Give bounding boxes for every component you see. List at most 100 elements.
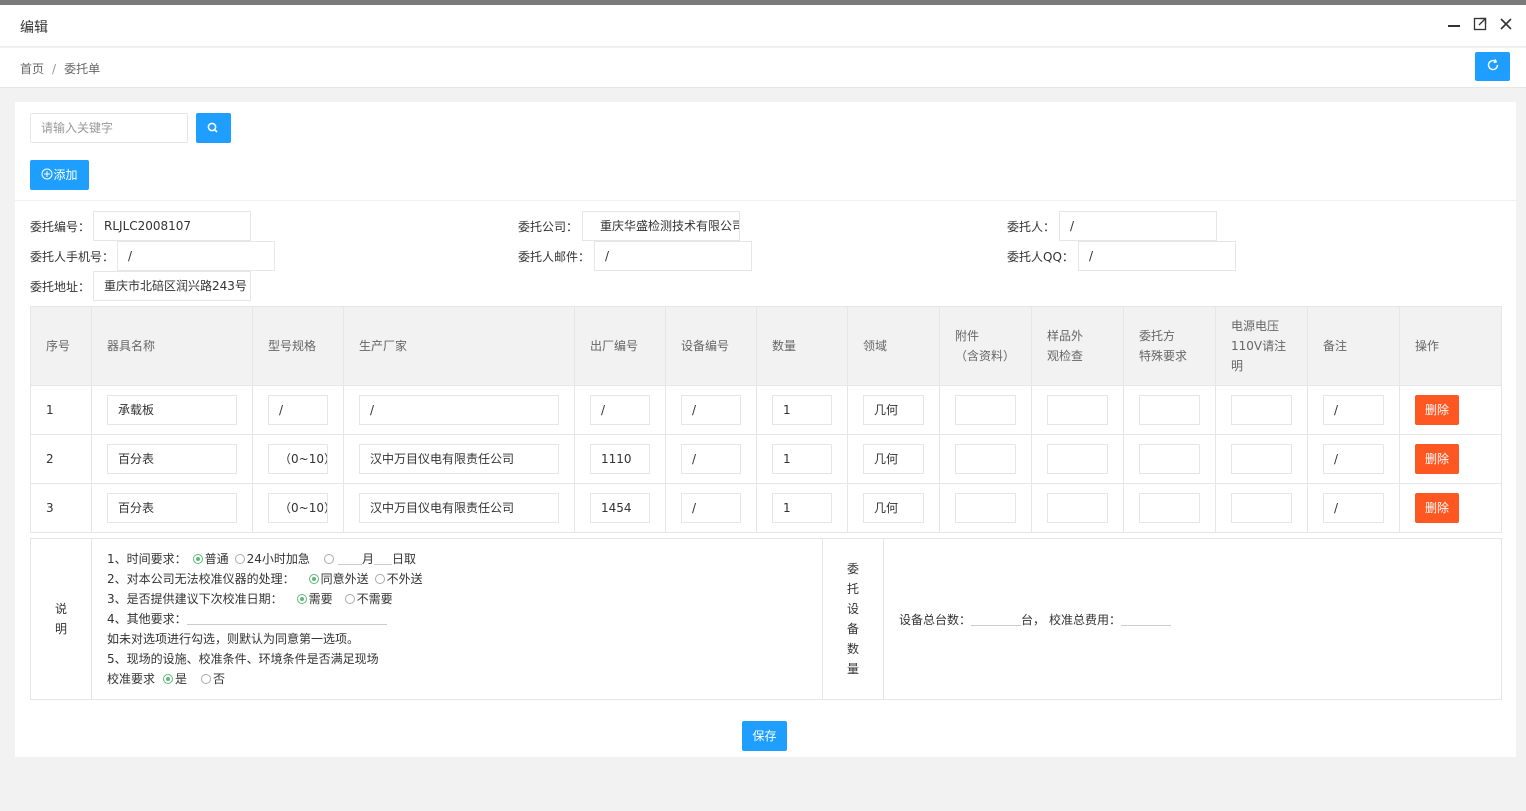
search-button[interactable] [196,113,231,143]
email-field[interactable]: / [594,241,752,271]
delete-button[interactable]: 删除 [1415,444,1459,474]
edit-dialog: 编辑 首页 / 委托单 添加 委托编号： RLJLC2008107 委托公司： [0,5,1526,811]
other-requirement-label: 4、其他要求： [107,612,187,626]
email-label: 委托人邮件： [518,250,591,264]
radio-no-need[interactable] [344,594,355,604]
default-note: 如未对选项进行勾选，则默认为同意第一选项。 [107,632,360,646]
device-no-input[interactable]: / [681,444,741,474]
attachment-input[interactable] [955,395,1016,425]
breadcrumb-bar: 首页 / 委托单 [0,48,1526,88]
save-button[interactable]: 保存 [742,721,787,751]
col-appearance-check: 样品外 观检查 [1031,306,1124,386]
notes-side-1: 说 [54,602,67,616]
attachment-input[interactable] [955,493,1016,523]
model-input[interactable]: / [268,395,328,425]
breadcrumb-home[interactable]: 首页 [20,62,44,76]
count-char: 量 [846,662,859,676]
delete-button[interactable]: 删除 [1415,395,1459,425]
remark-input[interactable]: / [1323,444,1384,474]
refresh-button[interactable] [1475,52,1510,81]
month-label: 月 [361,552,374,566]
voltage-input[interactable] [1231,444,1292,474]
company-field[interactable]: 重庆华盛检测技术有限公司 [582,211,740,241]
remark-input[interactable]: / [1323,493,1384,523]
time-requirement-line: 1、时间要求： 普通 24小时加急 月 日取 [107,549,807,569]
phone-field[interactable]: / [117,241,275,271]
appearance-input[interactable] [1047,395,1108,425]
person-field[interactable]: / [1059,211,1217,241]
site-line-2: 校准要求 是 否 [107,669,807,689]
remark-input[interactable]: / [1323,395,1384,425]
model-input[interactable]: （0~10） [268,493,328,523]
handling-line: 2、对本公司无法校准仪器的处理： 同意外送 不外送 [107,569,807,589]
serial-input[interactable]: / [590,395,650,425]
search-input[interactable] [30,113,188,143]
col-remark: 备注 [1307,306,1400,386]
table-header-row: 序号 器具名称 型号规格 生产厂家 出厂编号 设备编号 数量 领域 附件 （含资料… [30,306,1502,386]
serial-input[interactable]: 1110 [590,444,650,474]
voltage-input[interactable] [1231,395,1292,425]
close-icon[interactable] [1495,15,1517,37]
total-fee-label: 校准总费用： [1049,612,1122,627]
divider [15,200,1516,201]
field-input[interactable]: 几何 [863,444,924,474]
appearance-input[interactable] [1047,444,1108,474]
name-input[interactable]: 承载板 [107,395,237,425]
qty-input[interactable]: 1 [772,493,832,523]
maker-input[interactable]: 汉中万目仪电有限责任公司 [359,444,559,474]
name-input[interactable]: 百分表 [107,493,237,523]
address-field[interactable]: 重庆市北碚区润兴路243号 [93,271,251,301]
col-voltage-line2: 110V请注 [1231,339,1287,353]
main-panel: 添加 委托编号： RLJLC2008107 委托公司： 重庆华盛检测技术有限公司… [15,102,1516,757]
maximize-icon[interactable] [1469,15,1491,37]
add-button[interactable]: 添加 [30,160,89,190]
table-row: 3 百分表 （0~10） 汉中万目仪电有限责任公司 1454 / 1 几何 / … [30,483,1502,533]
col-appearance-line2: 观检查 [1047,349,1084,363]
other-requirement-blank[interactable] [186,624,387,625]
special-input[interactable] [1139,493,1200,523]
qty-input[interactable]: 1 [772,395,832,425]
voltage-input[interactable] [1231,493,1292,523]
radio-no-label: 否 [213,672,226,686]
attachment-input[interactable] [955,444,1016,474]
maker-input[interactable]: 汉中万目仪电有限责任公司 [359,493,559,523]
radio-yes[interactable] [163,674,174,684]
model-input[interactable]: （0~10） [268,444,328,474]
table-row: 1 承载板 / / / / 1 几何 / 删除 [30,385,1502,435]
other-requirement-line: 4、其他要求： [107,609,807,629]
total-fee-blank[interactable] [1121,624,1172,626]
radio-need[interactable] [296,594,307,604]
special-input[interactable] [1139,395,1200,425]
radio-normal-label: 普通 [204,552,229,566]
serial-input[interactable]: 1454 [590,493,650,523]
radio-no-outsource[interactable] [374,574,385,584]
field-input[interactable]: 几何 [863,493,924,523]
month-blank[interactable] [337,564,362,565]
dialog-title: 编辑 [20,20,48,36]
count-char: 数 [846,642,859,656]
count-char: 设 [846,602,859,616]
device-no-input[interactable]: / [681,493,741,523]
total-devices-label: 设备总台数： [899,612,972,627]
special-input[interactable] [1139,444,1200,474]
radio-no[interactable] [201,674,212,684]
radio-custom-date[interactable] [323,554,334,564]
qty-input[interactable]: 1 [772,444,832,474]
col-serial: 出厂编号 [574,306,666,386]
device-no-input[interactable]: / [681,395,741,425]
name-input[interactable]: 百分表 [107,444,237,474]
total-devices-blank[interactable] [971,624,1022,626]
qq-field[interactable]: / [1078,241,1236,271]
radio-24h[interactable] [234,554,245,564]
maker-input[interactable]: / [359,395,559,425]
appearance-input[interactable] [1047,493,1108,523]
col-attachment: 附件 （含资料） [939,306,1032,386]
field-input[interactable]: 几何 [863,395,924,425]
minimize-icon[interactable] [1443,15,1465,37]
phone-label: 委托人手机号： [30,250,115,264]
entrust-no-field[interactable]: RLJLC2008107 [93,211,251,241]
radio-normal[interactable] [192,554,203,564]
radio-outsource[interactable] [308,574,319,584]
delete-button[interactable]: 删除 [1415,493,1459,523]
day-blank[interactable] [373,564,392,565]
